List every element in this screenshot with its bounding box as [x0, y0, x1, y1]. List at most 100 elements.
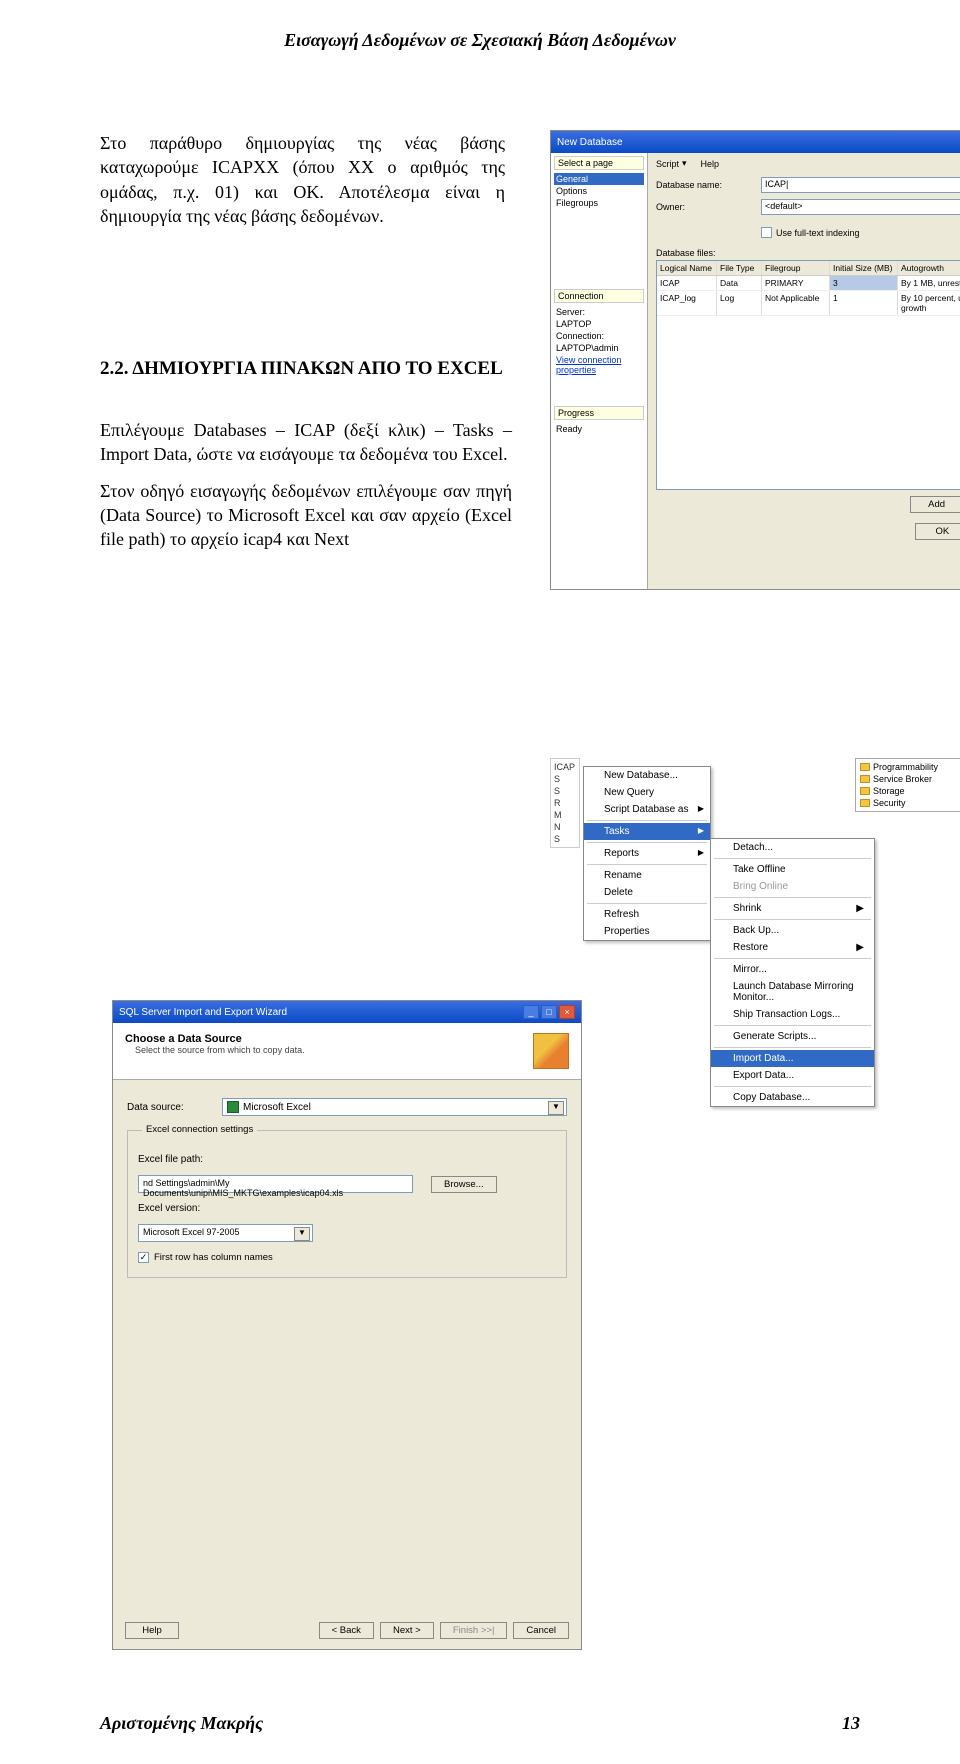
next-button[interactable]: Next >	[380, 1622, 434, 1639]
help-button[interactable]: Help	[125, 1622, 179, 1639]
dbfiles-label: Database files:	[656, 248, 960, 258]
browse-button[interactable]: Browse...	[431, 1176, 497, 1193]
screenshot-new-database: New Database _ □ × Select a page General…	[550, 130, 960, 590]
grid-row[interactable]: ICAP Data PRIMARY 3 By 1 MB, unrestricte…	[657, 276, 960, 291]
menu-properties[interactable]: Properties	[584, 923, 710, 940]
submenu-copy-database[interactable]: Copy Database...	[711, 1089, 874, 1106]
connection-label: Connection:	[554, 330, 644, 342]
wizard-title: SQL Server Import and Export Wizard	[119, 1007, 287, 1018]
submenu-export-data[interactable]: Export Data...	[711, 1067, 874, 1084]
grid-header-size: Initial Size (MB)	[830, 261, 898, 275]
screenshot-import-wizard: SQL Server Import and Export Wizard _ □ …	[112, 1000, 582, 1650]
wizard-logo-icon	[533, 1033, 569, 1069]
menu-script-database-as[interactable]: Script Database as▶	[584, 801, 710, 818]
select-page-label: Select a page	[554, 156, 644, 170]
grid-header-autogrowth: Autogrowth	[898, 261, 960, 275]
dbname-label: Database name:	[656, 180, 761, 190]
context-menu: New Database... New Query Script Databas…	[583, 766, 711, 941]
menu-refresh[interactable]: Refresh	[584, 906, 710, 923]
progress-header: Progress	[554, 406, 644, 420]
tree-general[interactable]: General	[554, 173, 644, 185]
tree-options[interactable]: Options	[554, 185, 644, 197]
submenu-import-data[interactable]: Import Data...	[711, 1050, 874, 1067]
finish-button[interactable]: Finish >>|	[440, 1622, 508, 1639]
tree-node[interactable]: ICAP	[553, 761, 577, 773]
submenu-restore[interactable]: Restore▶	[711, 939, 874, 956]
excel-icon	[227, 1101, 239, 1113]
grid-header-type: File Type	[717, 261, 762, 275]
footer-page-number: 13	[842, 1713, 860, 1734]
fieldset-legend: Excel connection settings	[142, 1124, 257, 1135]
titlebar: New Database _ □ ×	[551, 131, 960, 153]
dbfiles-grid[interactable]: Logical Name File Type Filegroup Initial…	[656, 260, 960, 490]
minimize-button[interactable]: _	[523, 1005, 539, 1019]
submenu-generate-scripts[interactable]: Generate Scripts...	[711, 1028, 874, 1045]
footer-author: Αριστομένης Μακρής	[100, 1713, 263, 1734]
cancel-button[interactable]: Cancel	[513, 1622, 569, 1639]
folder-item[interactable]: Programmability	[858, 761, 960, 773]
submenu-arrow-icon: ▶	[698, 826, 704, 835]
body-paragraph-2: Επιλέγουμε Databases – ICAP (δεξί κλικ) …	[100, 418, 512, 467]
submenu-mirror[interactable]: Mirror...	[711, 961, 874, 978]
filepath-label: Excel file path:	[138, 1154, 228, 1165]
submenu-arrow-icon: ▶	[698, 804, 704, 813]
menu-reports[interactable]: Reports▶	[584, 845, 710, 862]
grid-row[interactable]: ICAP_log Log Not Applicable 1 By 10 perc…	[657, 291, 960, 316]
page-header: Εισαγωγή Δεδομένων σε Σχεσιακή Βάση Δεδο…	[100, 30, 860, 51]
firstrow-label: First row has column names	[154, 1252, 273, 1263]
folder-item[interactable]: Security	[858, 797, 960, 809]
fulltext-label: Use full-text indexing	[776, 228, 860, 238]
progress-ready: Ready	[554, 423, 644, 435]
close-button[interactable]: ×	[559, 1005, 575, 1019]
firstrow-checkbox[interactable]	[138, 1252, 149, 1263]
folder-list: Programmability Service Broker Storage S…	[855, 758, 960, 812]
submenu-mirror-monitor[interactable]: Launch Database Mirroring Monitor...	[711, 978, 874, 1006]
datasource-combo[interactable]: Microsoft Excel	[222, 1098, 567, 1116]
help-button[interactable]: Help	[701, 158, 720, 169]
server-label: Server:	[554, 306, 644, 318]
submenu-detach[interactable]: Detach...	[711, 839, 874, 856]
ok-button[interactable]: OK	[915, 523, 960, 540]
menu-new-database[interactable]: New Database...	[584, 767, 710, 784]
excelversion-combo[interactable]: Microsoft Excel 97-2005	[138, 1224, 313, 1242]
fulltext-checkbox[interactable]	[761, 227, 772, 238]
submenu-arrow-icon: ▶	[698, 848, 704, 857]
folder-icon	[860, 775, 870, 783]
folder-item[interactable]: Storage	[858, 785, 960, 797]
excelversion-label: Excel version:	[138, 1203, 228, 1214]
folder-icon	[860, 799, 870, 807]
wizard-subheading: Select the source from which to copy dat…	[135, 1045, 305, 1055]
tree-filegroups[interactable]: Filegroups	[554, 197, 644, 209]
maximize-button[interactable]: □	[541, 1005, 557, 1019]
grid-header-name: Logical Name	[657, 261, 717, 275]
owner-input[interactable]: <default>	[761, 199, 960, 215]
datasource-label: Data source:	[127, 1102, 222, 1113]
submenu-ship-logs[interactable]: Ship Transaction Logs...	[711, 1006, 874, 1023]
connection-header: Connection	[554, 289, 644, 303]
object-explorer: ICAP SSRMNS	[550, 758, 580, 848]
wizard-titlebar: SQL Server Import and Export Wizard _ □ …	[113, 1001, 581, 1023]
menu-rename[interactable]: Rename	[584, 867, 710, 884]
submenu-shrink[interactable]: Shrink▶	[711, 900, 874, 917]
menu-tasks[interactable]: Tasks▶	[584, 823, 710, 840]
back-button[interactable]: < Back	[319, 1622, 374, 1639]
view-connection-link[interactable]: View connection properties	[554, 354, 644, 376]
menu-delete[interactable]: Delete	[584, 884, 710, 901]
body-paragraph-3: Στον οδηγό εισαγωγής δεδομένων επιλέγουμ…	[100, 479, 512, 552]
dbname-input[interactable]: ICAP|	[761, 177, 960, 193]
tasks-submenu: Detach... Take Offline Bring Online Shri…	[710, 838, 875, 1107]
script-button[interactable]: Script ▾	[656, 158, 687, 169]
folder-item[interactable]: Service Broker	[858, 773, 960, 785]
folder-icon	[860, 787, 870, 795]
owner-label: Owner:	[656, 202, 761, 212]
submenu-take-offline[interactable]: Take Offline	[711, 861, 874, 878]
menu-new-query[interactable]: New Query	[584, 784, 710, 801]
body-paragraph-1: Στο παράθυρο δημιουργίας της νέας βάσης …	[100, 131, 505, 228]
submenu-bring-online[interactable]: Bring Online	[711, 878, 874, 895]
submenu-backup[interactable]: Back Up...	[711, 922, 874, 939]
grid-header-filegroup: Filegroup	[762, 261, 830, 275]
submenu-arrow-icon: ▶	[856, 903, 864, 914]
filepath-input[interactable]: nd Settings\admin\My Documents\unipi\MIS…	[138, 1175, 413, 1193]
add-button[interactable]: Add	[910, 496, 960, 513]
connection-value: LAPTOP\admin	[554, 342, 644, 354]
